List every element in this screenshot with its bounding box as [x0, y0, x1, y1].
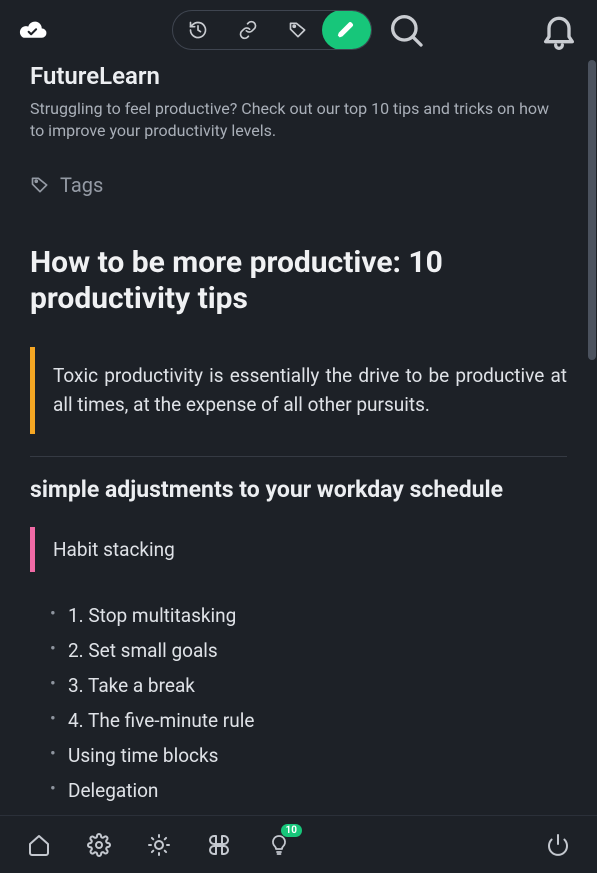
list-item: 3. Take a break: [50, 668, 567, 703]
tags-row[interactable]: Tags: [30, 173, 567, 197]
link-button[interactable]: [223, 11, 273, 49]
main-content: FutureLearn Struggling to feel productiv…: [0, 60, 597, 815]
theme-button[interactable]: [144, 830, 174, 860]
cloud-sync-icon[interactable]: [18, 19, 48, 41]
highlight-quote-orange[interactable]: Toxic productivity is essentially the dr…: [30, 347, 567, 434]
search-button[interactable]: [386, 10, 426, 50]
highlight-quote-pink[interactable]: Habit stacking: [30, 527, 567, 572]
scrollbar-thumb[interactable]: [588, 60, 596, 360]
scrollbar[interactable]: [587, 60, 597, 815]
section-heading: simple adjustments to your workday sched…: [30, 475, 567, 505]
keyboard-shortcuts-button[interactable]: [204, 830, 234, 860]
source-title: FutureLearn: [30, 62, 567, 90]
tags-label: Tags: [60, 173, 103, 197]
list-item: 1. Stop multitasking: [50, 598, 567, 633]
bottom-toolbar: 10: [0, 815, 597, 873]
section-divider: [30, 456, 567, 457]
top-toolbar: [0, 0, 597, 60]
home-button[interactable]: [24, 830, 54, 860]
source-description: Struggling to feel productive? Check out…: [30, 98, 567, 143]
list-item: 4. The five-minute rule: [50, 703, 567, 738]
list-item: Delegation: [50, 773, 567, 808]
highlight-button[interactable]: [322, 10, 372, 50]
tips-list: 1. Stop multitasking 2. Set small goals …: [30, 598, 567, 808]
toolbar-pill-group: [172, 10, 426, 50]
history-button[interactable]: [173, 11, 223, 49]
list-item: Using time blocks: [50, 738, 567, 773]
power-button[interactable]: [543, 830, 573, 860]
notifications-button[interactable]: [539, 10, 579, 50]
tag-icon: [30, 175, 50, 195]
tag-button[interactable]: [273, 11, 323, 49]
ideas-button[interactable]: 10: [264, 830, 294, 860]
list-item: 2. Set small goals: [50, 633, 567, 668]
ideas-badge: 10: [281, 824, 302, 837]
settings-button[interactable]: [84, 830, 114, 860]
article-title: How to be more productive: 10 productivi…: [30, 245, 567, 317]
